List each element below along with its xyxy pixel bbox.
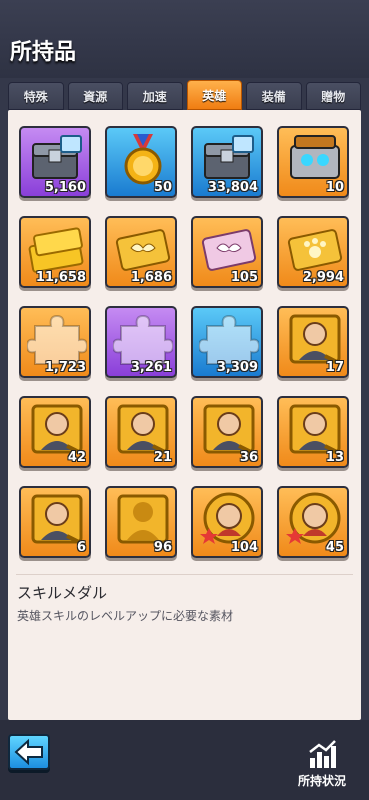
item-quantity: 11,658	[35, 270, 86, 285]
pink-wing-card-item[interactable]: 105	[191, 216, 263, 288]
orange-puzzle-item[interactable]: 1,723	[19, 306, 91, 378]
robot-chest-item[interactable]: 10	[277, 126, 349, 198]
item-quantity: 42	[67, 450, 86, 465]
bar-chart-icon	[309, 740, 336, 768]
item-quantity: 36	[239, 450, 258, 465]
tab-gifts[interactable]: 贈物	[305, 82, 361, 110]
page-title: 所持品	[10, 40, 77, 65]
item-quantity: 105	[230, 270, 258, 285]
pink-wing-card-icon	[199, 222, 259, 276]
blue-puzzle-item[interactable]: 3,309	[191, 306, 263, 378]
hero-portrait-icon	[27, 492, 87, 546]
item-grid: 5,160 50 33,804 10 11,658 1,686 105 2,994 1,723 3…	[19, 126, 352, 558]
item-quantity: 1,723	[44, 360, 86, 375]
hero-portrait-icon	[199, 402, 259, 456]
item-quantity: 96	[153, 540, 172, 555]
hero-portrait-icon	[113, 402, 173, 456]
tab-special[interactable]: 特殊	[8, 82, 64, 110]
hero-token-cowgirl-item[interactable]: 104	[191, 486, 263, 558]
paw-card-item[interactable]: 2,994	[277, 216, 349, 288]
category-tabs: 特殊 資源 加速 英雄 装備 贈物	[8, 80, 361, 110]
hero-shard-curly-woman-item[interactable]: 6	[19, 486, 91, 558]
tab-heroes[interactable]: 英雄	[186, 80, 242, 110]
medal-icon	[113, 132, 173, 186]
gold-wing-card-icon	[113, 222, 173, 276]
holding-status-button[interactable]: 所持状況	[286, 738, 358, 792]
puzzle-piece-icon	[111, 312, 175, 366]
item-quantity: 5,160	[44, 180, 86, 195]
exp-chest-item[interactable]: 5,160	[19, 126, 91, 198]
back-button[interactable]	[8, 734, 50, 770]
inventory-panel: 5,160 50 33,804 10 11,658 1,686 105 2,994 1,723 3…	[8, 110, 361, 720]
hero-shard-gold-silhouette-item[interactable]: 96	[105, 486, 177, 558]
item-quantity: 6	[76, 540, 86, 555]
hero-portrait-icon	[285, 312, 345, 366]
purple-puzzle-item[interactable]: 3,261	[105, 306, 177, 378]
hero-shard-dark-man-item[interactable]: 21	[105, 396, 177, 468]
tab-speedup[interactable]: 加速	[127, 82, 183, 110]
hero-shard-glasses-man-item[interactable]: 13	[277, 396, 349, 468]
item-quantity: 10	[325, 180, 344, 195]
left-arrow-icon	[14, 738, 43, 766]
item-quantity: 2,994	[302, 270, 344, 285]
paw-card-icon	[285, 222, 345, 276]
holding-status-label: 所持状況	[297, 774, 346, 788]
item-quantity: 45	[325, 540, 344, 555]
footer-bar: 所持状況	[0, 720, 369, 800]
tab-resources[interactable]: 資源	[67, 82, 123, 110]
gold-bars-icon	[27, 222, 87, 276]
item-quantity: 21	[153, 450, 172, 465]
hero-shard-bearded-man-item[interactable]: 36	[191, 396, 263, 468]
hero-token-star-icon	[199, 492, 259, 546]
puzzle-piece-icon	[25, 312, 89, 366]
robot-chest-icon	[285, 132, 345, 186]
exp-chest-item-blue[interactable]: 33,804	[191, 126, 263, 198]
wing-card-item[interactable]: 1,686	[105, 216, 177, 288]
hero-portrait-icon	[285, 402, 345, 456]
exp-chest-icon	[199, 132, 259, 186]
item-quantity: 1,686	[130, 270, 172, 285]
puzzle-piece-icon	[197, 312, 261, 366]
divider	[16, 574, 353, 575]
medal-item[interactable]: 50	[105, 126, 177, 198]
item-quantity: 33,804	[207, 180, 258, 195]
hero-token-brunette-item[interactable]: 45	[277, 486, 349, 558]
hero-portrait-icon	[27, 402, 87, 456]
item-quantity: 13	[325, 450, 344, 465]
item-description-title: スキルメダル	[17, 584, 108, 602]
item-quantity: 50	[153, 180, 172, 195]
exp-chest-icon	[27, 132, 87, 186]
header-bar: 所持品	[0, 0, 369, 78]
item-quantity: 17	[325, 360, 344, 375]
hero-silhouette-icon	[113, 492, 173, 546]
gold-bars-item[interactable]: 11,658	[19, 216, 91, 288]
tab-equipment[interactable]: 装備	[246, 82, 302, 110]
hero-token-star-icon	[285, 492, 345, 546]
item-description-text: 英雄スキルのレベルアップに必要な素材	[17, 609, 234, 623]
item-quantity: 104	[230, 540, 258, 555]
item-quantity: 3,261	[130, 360, 172, 375]
hero-shard-old-man-item[interactable]: 42	[19, 396, 91, 468]
item-quantity: 3,309	[216, 360, 258, 375]
hero-shard-blonde-woman-item[interactable]: 17	[277, 306, 349, 378]
